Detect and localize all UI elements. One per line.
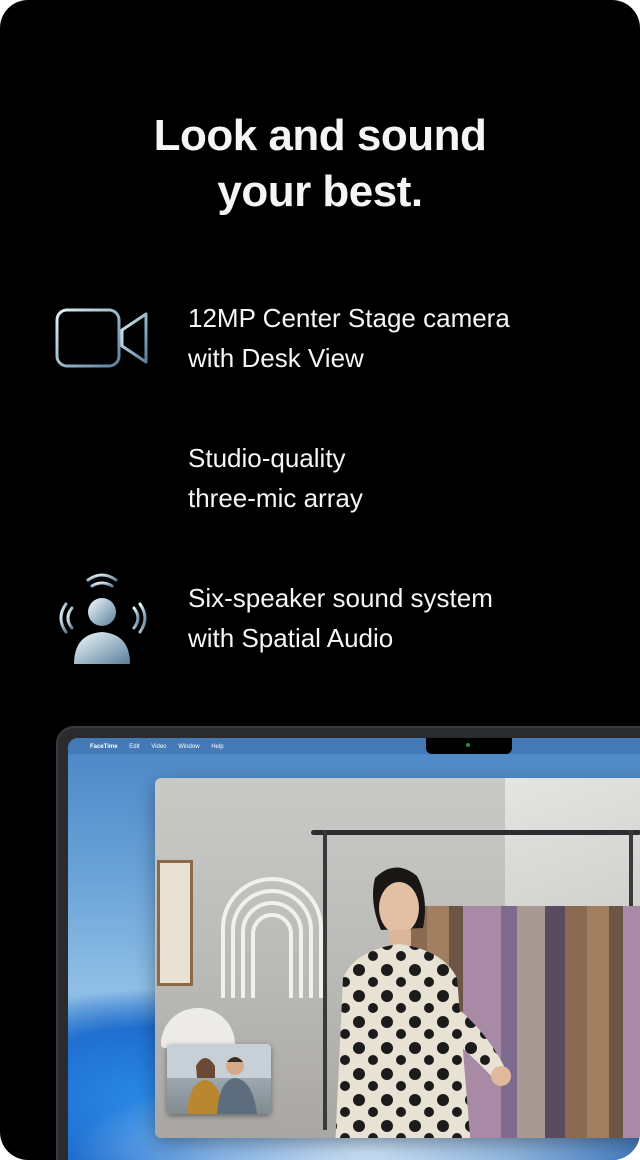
caller-video-feed	[335, 867, 511, 1138]
menu-app-name[interactable]: FaceTime	[90, 744, 118, 750]
menu-item-edit[interactable]: Edit	[129, 744, 139, 750]
menu-item-help[interactable]: Help	[211, 744, 223, 750]
feature-camera-line-2: with Desk View	[188, 343, 364, 373]
table-lamp	[161, 1008, 235, 1048]
headline: Look and sound your best.	[0, 108, 640, 220]
camera-indicator-light	[466, 743, 470, 747]
camera-notch	[426, 738, 512, 754]
macbook-mockup: FaceTime Edit Video Window Help	[56, 726, 640, 1160]
video-camera-icon	[52, 306, 152, 375]
headline-line-2: your best.	[217, 167, 423, 216]
microphone-waveform-icon	[66, 438, 136, 523]
feature-speakers-text: Six-speaker sound system with Spatial Au…	[188, 578, 493, 658]
feature-microphones-line-2: three-mic array	[188, 483, 363, 513]
facetime-video-window[interactable]	[155, 778, 640, 1138]
spatial-audio-speaker-icon	[58, 572, 148, 669]
self-view-thumbnail[interactable]	[167, 1044, 271, 1114]
feature-speakers-line-1: Six-speaker sound system	[188, 583, 493, 613]
feature-microphones: Studio-quality three-mic array	[0, 438, 640, 548]
clothing-rack	[311, 830, 640, 835]
headline-line-1: Look and sound	[153, 111, 487, 160]
menu-item-video[interactable]: Video	[151, 744, 166, 750]
feature-camera-text: 12MP Center Stage camera with Desk View	[188, 298, 510, 378]
feature-camera-line-1: 12MP Center Stage camera	[188, 303, 510, 333]
room-background	[505, 778, 640, 918]
feature-microphones-line-1: Studio-quality	[188, 443, 346, 473]
wall-frame	[157, 860, 193, 986]
mac-menu-bar: FaceTime Edit Video Window Help	[68, 738, 640, 754]
feature-card: Look and sound your best. 12MP Center St…	[0, 0, 640, 1160]
menu-item-window[interactable]: Window	[178, 744, 199, 750]
feature-microphones-text: Studio-quality three-mic array	[188, 438, 363, 518]
feature-speakers-line-2: with Spatial Audio	[188, 623, 394, 653]
feature-camera: 12MP Center Stage camera with Desk View	[0, 298, 640, 408]
laptop-screen: FaceTime Edit Video Window Help	[68, 738, 640, 1160]
feature-speakers: Six-speaker sound system with Spatial Au…	[0, 573, 640, 688]
